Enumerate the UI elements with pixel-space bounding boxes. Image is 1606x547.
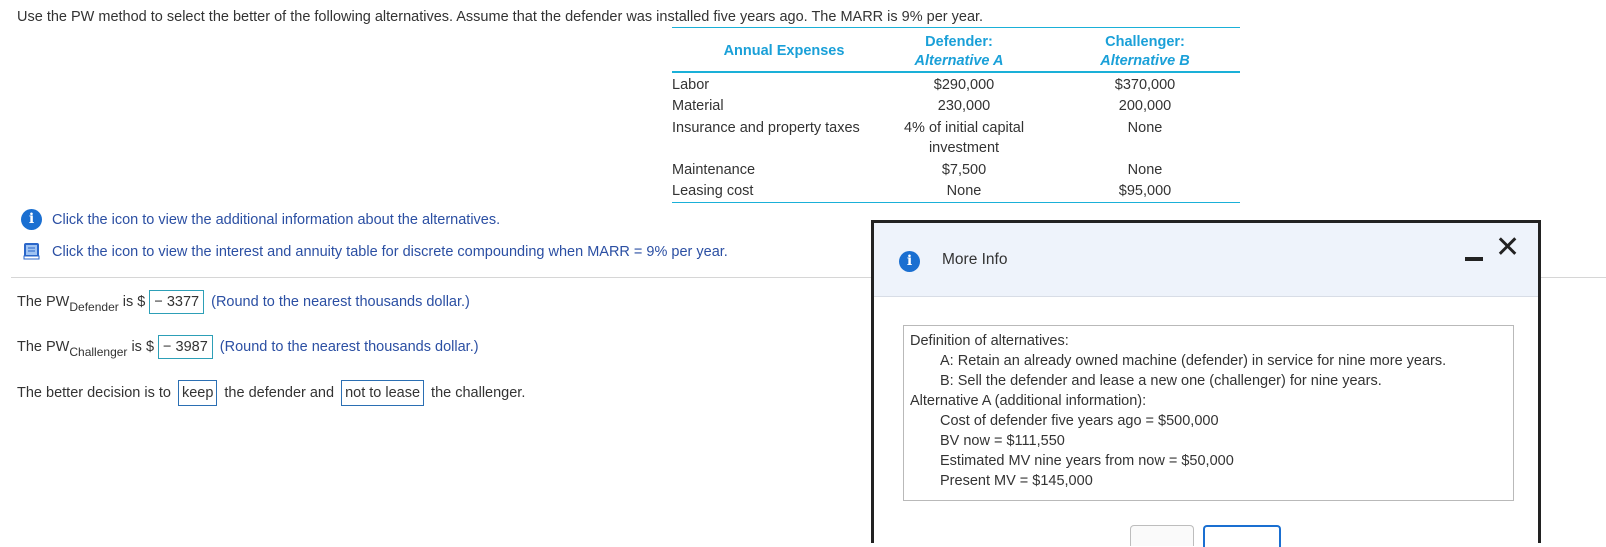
dialog-line-cost: Cost of defender five years ago = $500,0… xyxy=(940,413,1219,429)
col-defender: Defender: Alternative A xyxy=(888,33,1030,71)
dialog-line-alt-b: B: Sell the defender and lease a new one… xyxy=(940,373,1382,389)
row-chal-material: 200,000 xyxy=(1118,98,1172,114)
row-def-labor: $290,000 xyxy=(933,77,995,93)
row-def-maintenance: $7,500 xyxy=(941,162,987,178)
pw-prefix: The PW xyxy=(17,339,70,355)
dialog-title: More Info xyxy=(942,251,1008,268)
dialog-line-definitions: Definition of alternatives: xyxy=(910,333,1069,349)
dialog-line-mv-future: Estimated MV nine years from now = $50,0… xyxy=(940,453,1234,469)
row-chal-labor: $370,000 xyxy=(1114,77,1176,93)
pw-defender-answer: The PW Defender is $ − 3377 (Round to the n… xyxy=(17,290,470,314)
more-info-link[interactable]: i Click the icon to view the additional … xyxy=(21,209,500,230)
dialog-done-button[interactable] xyxy=(1203,525,1281,547)
decision-text-2: the defender and xyxy=(224,385,335,401)
col-defender-line2: Alternative A xyxy=(914,53,1004,69)
row-def-material: 230,000 xyxy=(937,98,991,114)
dialog-content-box: Definition of alternatives: A: Retain an… xyxy=(903,325,1514,501)
book-icon[interactable] xyxy=(21,242,42,261)
close-icon[interactable]: ✕ xyxy=(1495,233,1520,263)
decision-select-lease[interactable]: not to lease xyxy=(341,380,425,406)
row-label-material: Material xyxy=(672,98,724,114)
decision-answer: The better decision is to keep the defende… xyxy=(17,380,525,406)
decision-text-1: The better decision is to xyxy=(17,385,171,401)
dialog-header: i More Info ✕ xyxy=(874,223,1538,297)
dialog-line-bv: BV now = $111,550 xyxy=(940,433,1065,449)
decision-select-keep[interactable]: keep xyxy=(177,380,218,406)
interest-table-link-text[interactable]: Click the icon to view the interest and … xyxy=(52,244,728,260)
round-hint: (Round to the nearest thousands dollar.) xyxy=(211,294,470,310)
row-label-leasing: Leasing cost xyxy=(672,183,754,199)
more-info-link-text[interactable]: Click the icon to view the additional in… xyxy=(52,212,500,228)
row-def-leasing: None xyxy=(946,183,982,199)
table-bottom-rule xyxy=(672,202,1240,203)
info-icon[interactable]: i xyxy=(21,209,42,230)
question-text: Use the PW method to select the better o… xyxy=(17,9,984,25)
pw-defender-input[interactable]: − 3377 xyxy=(149,290,205,314)
more-info-dialog: i More Info ✕ Definition of alternatives… xyxy=(871,220,1541,547)
interest-table-link[interactable]: Click the icon to view the interest and … xyxy=(21,242,728,261)
row-chal-maintenance: None xyxy=(1127,162,1163,178)
minimize-icon[interactable] xyxy=(1465,257,1483,261)
pw-prefix: The PW xyxy=(17,294,70,310)
dialog-line-alt-a-info: Alternative A (additional information): xyxy=(910,393,1147,409)
pw-challenger-input[interactable]: − 3987 xyxy=(158,335,213,359)
table-header-rule xyxy=(672,71,1240,73)
pw-challenger-subscript: Challenger xyxy=(69,345,128,359)
pw-defender-subscript: Defender xyxy=(69,300,119,314)
col-annual-expenses: Annual Expenses xyxy=(723,43,845,59)
col-challenger: Challenger: Alternative B xyxy=(1050,33,1240,71)
dialog-print-button[interactable] xyxy=(1130,525,1194,546)
dialog-line-alt-a: A: Retain an already owned machine (defe… xyxy=(940,353,1447,369)
info-icon: i xyxy=(899,251,920,272)
row-label-maintenance: Maintenance xyxy=(672,162,756,178)
col-defender-line1: Defender: xyxy=(925,34,993,50)
row-def-insurance: 4% of initial capital investment xyxy=(903,120,1025,156)
col-challenger-line2: Alternative B xyxy=(1100,53,1190,69)
table-top-rule xyxy=(672,27,1240,28)
is-dollar-label: is $ xyxy=(131,339,155,355)
row-label-labor: Labor xyxy=(672,77,710,93)
row-label-insurance: Insurance and property taxes xyxy=(672,120,860,136)
row-chal-leasing: $95,000 xyxy=(1118,183,1172,199)
pw-challenger-answer: The PW Challenger is $ − 3987 (Round to the… xyxy=(17,335,479,359)
dialog-line-mv-present: Present MV = $145,000 xyxy=(940,473,1093,489)
is-dollar-label: is $ xyxy=(122,294,146,310)
round-hint: (Round to the nearest thousands dollar.) xyxy=(219,339,479,355)
col-challenger-line1: Challenger: xyxy=(1105,34,1185,50)
decision-text-3: the challenger. xyxy=(431,385,526,401)
row-chal-insurance: None xyxy=(1127,120,1163,136)
